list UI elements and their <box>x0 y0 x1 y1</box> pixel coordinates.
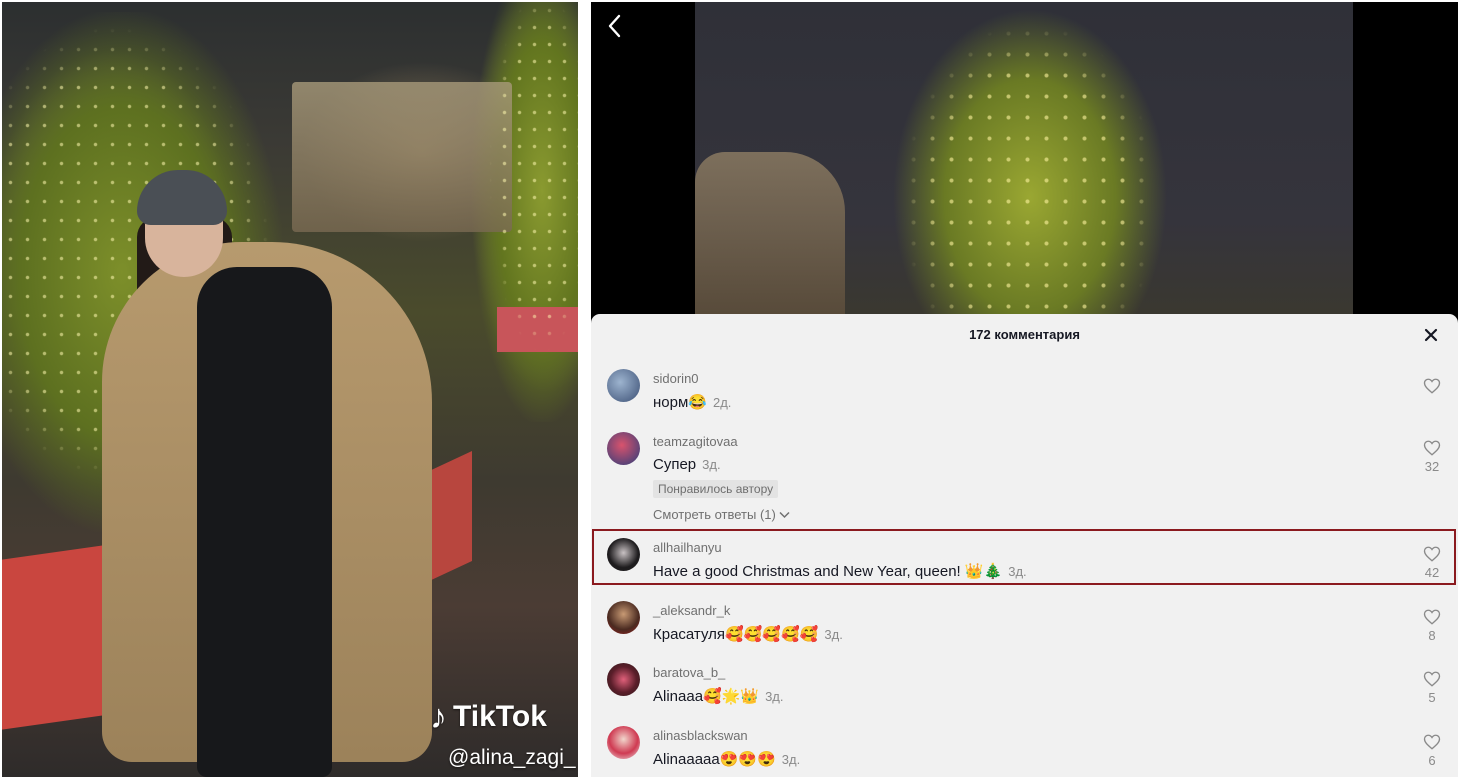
comment-text: Красатуля🥰🥰🥰🥰🥰 3д. <box>653 625 843 643</box>
heart-icon[interactable] <box>1423 439 1441 457</box>
comment-body: Have a good Christmas and New Year, quee… <box>653 563 1003 580</box>
comments-header: 172 комментария <box>591 314 1458 356</box>
like-count: 32 <box>1424 459 1440 474</box>
avatar[interactable] <box>607 601 640 634</box>
comments-screen: 172 комментария sidorin0 норм😂 2д. teamza… <box>591 2 1458 777</box>
like-count: 42 <box>1424 565 1440 580</box>
liked-by-author-badge: Понравилось автору <box>653 480 779 498</box>
avatar[interactable] <box>607 369 640 402</box>
comment-text: Супер 3д. <box>653 456 721 473</box>
comment-username[interactable]: baratova_b_ <box>653 665 725 680</box>
video-preview[interactable] <box>695 2 1353 314</box>
comment-body: Супер <box>653 456 697 473</box>
view-replies-label: Смотреть ответы (1) <box>653 507 776 522</box>
tiktok-logo-icon: ♪ <box>430 698 447 736</box>
like-count: 5 <box>1428 690 1436 705</box>
close-icon[interactable] <box>1422 326 1440 344</box>
tree-lights <box>695 2 1353 314</box>
like-count: 8 <box>1428 628 1436 643</box>
chevron-down-icon <box>779 507 791 522</box>
comment-username[interactable]: teamzagitovaa <box>653 434 738 449</box>
person-body <box>197 267 332 777</box>
heart-icon[interactable] <box>1423 608 1441 626</box>
heart-icon[interactable] <box>1423 733 1441 751</box>
comments-count-title: 172 комментария <box>969 327 1080 342</box>
comment-body: Alinaaaaa😍😍😍 <box>653 751 776 768</box>
like-count: 6 <box>1428 753 1436 768</box>
comment-text: Alinaaa🥰🌟👑 3д. <box>653 687 784 705</box>
comment-date: 3д. <box>824 627 843 642</box>
heart-icon[interactable] <box>1423 670 1441 688</box>
tiktok-username-watermark: @alina_zagi_ <box>448 746 576 769</box>
comment-username[interactable]: allhailhanyu <box>653 540 722 555</box>
left-video-frame: ♪ TikTok @alina_zagi_ <box>2 2 578 777</box>
avatar[interactable] <box>607 538 640 571</box>
back-chevron-icon[interactable] <box>603 12 627 40</box>
avatar[interactable] <box>607 726 640 759</box>
comment-body: Alinaaa🥰🌟👑 <box>653 688 760 705</box>
comment-body: Красатуля🥰🥰🥰🥰🥰 <box>653 626 819 643</box>
heart-icon[interactable] <box>1423 377 1441 395</box>
comment-date: 3д. <box>1008 564 1027 579</box>
comment-date: 2д. <box>712 395 732 410</box>
comment-username[interactable]: sidorin0 <box>653 371 699 386</box>
comment-body: норм😂 <box>653 394 707 411</box>
comment-text: Have a good Christmas and New Year, quee… <box>653 562 1027 580</box>
comment-text: норм😂 2д. <box>653 393 731 411</box>
comment-date: 3д. <box>765 689 784 704</box>
avatar[interactable] <box>607 663 640 696</box>
heart-icon[interactable] <box>1423 545 1441 563</box>
comment-username[interactable]: alinasblackswan <box>653 728 748 743</box>
view-replies-button[interactable]: Смотреть ответы (1) <box>653 507 791 522</box>
tiktok-watermark: ♪ TikTok <box>430 700 547 734</box>
comment-date: 3д. <box>781 752 801 767</box>
comment-date: 3д. <box>702 457 721 472</box>
comment-username[interactable]: _aleksandr_k <box>653 603 730 618</box>
tiktok-brand-text: TikTok <box>453 700 547 733</box>
avatar[interactable] <box>607 432 640 465</box>
comments-sheet: 172 комментария sidorin0 норм😂 2д. teamza… <box>591 314 1458 777</box>
comment-text: Alinaaaaa😍😍😍 3д. <box>653 750 800 768</box>
